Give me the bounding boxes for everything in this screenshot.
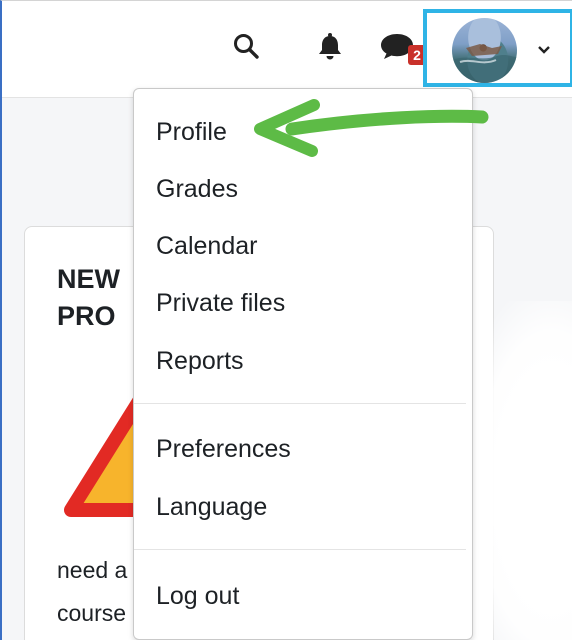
user-avatar[interactable] bbox=[452, 18, 517, 83]
menu-divider bbox=[134, 403, 466, 404]
menu-divider bbox=[134, 549, 466, 550]
chevron-down-icon[interactable] bbox=[534, 40, 554, 60]
menu-item-grades[interactable]: Grades bbox=[134, 163, 466, 215]
menu-item-calendar[interactable]: Calendar bbox=[134, 220, 466, 272]
user-dropdown-menu: Profile Grades Calendar Private files Re… bbox=[133, 88, 473, 640]
menu-item-preferences[interactable]: Preferences bbox=[134, 423, 466, 475]
user-menu-toggle[interactable] bbox=[423, 9, 572, 87]
menu-item-profile[interactable]: Profile bbox=[134, 106, 466, 158]
search-icon[interactable] bbox=[228, 28, 264, 64]
menu-item-log-out[interactable]: Log out bbox=[134, 570, 466, 622]
menu-item-reports[interactable]: Reports bbox=[134, 335, 466, 387]
top-navbar: 2 bbox=[2, 1, 572, 98]
menu-item-language[interactable]: Language bbox=[134, 481, 466, 533]
app-frame: 2 NEW PRO need a course Profile Grades C… bbox=[0, 0, 572, 640]
bell-icon[interactable] bbox=[314, 28, 346, 64]
menu-item-private-files[interactable]: Private files bbox=[134, 277, 466, 329]
